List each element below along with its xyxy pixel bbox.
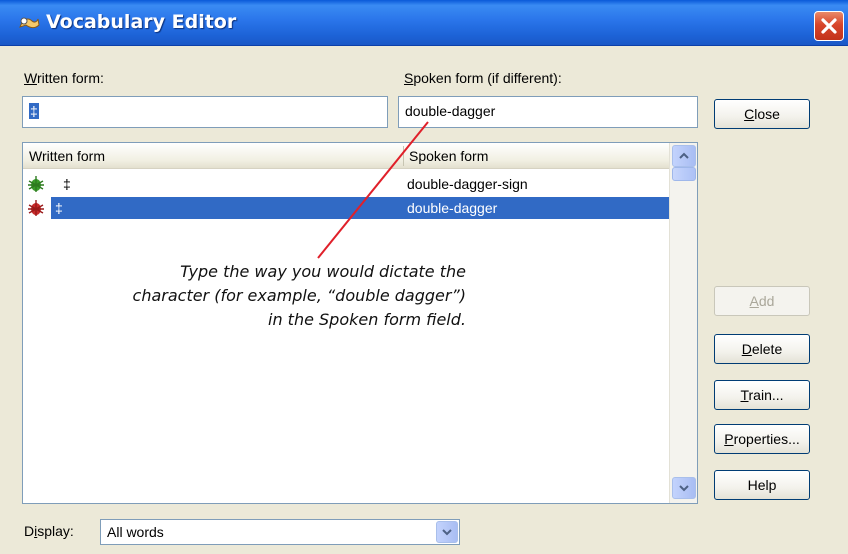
train-button[interactable]: Train... [714, 380, 810, 410]
display-select[interactable]: All words [100, 519, 460, 545]
properties-button[interactable]: Properties... [714, 424, 810, 454]
vocabulary-editor-window: Vocabulary Editor Written form: ‡ Spoken… [0, 0, 848, 554]
dropdown-button[interactable] [436, 521, 458, 543]
add-button[interactable]: Add [714, 286, 810, 316]
callout-text: Type the way you would dictate the chara… [132, 262, 466, 329]
close-button[interactable]: Close [714, 99, 810, 129]
help-button[interactable]: Help [714, 470, 810, 500]
delete-button[interactable]: Delete [714, 334, 810, 364]
display-label: Display: [24, 523, 74, 539]
chevron-down-icon [442, 529, 452, 536]
